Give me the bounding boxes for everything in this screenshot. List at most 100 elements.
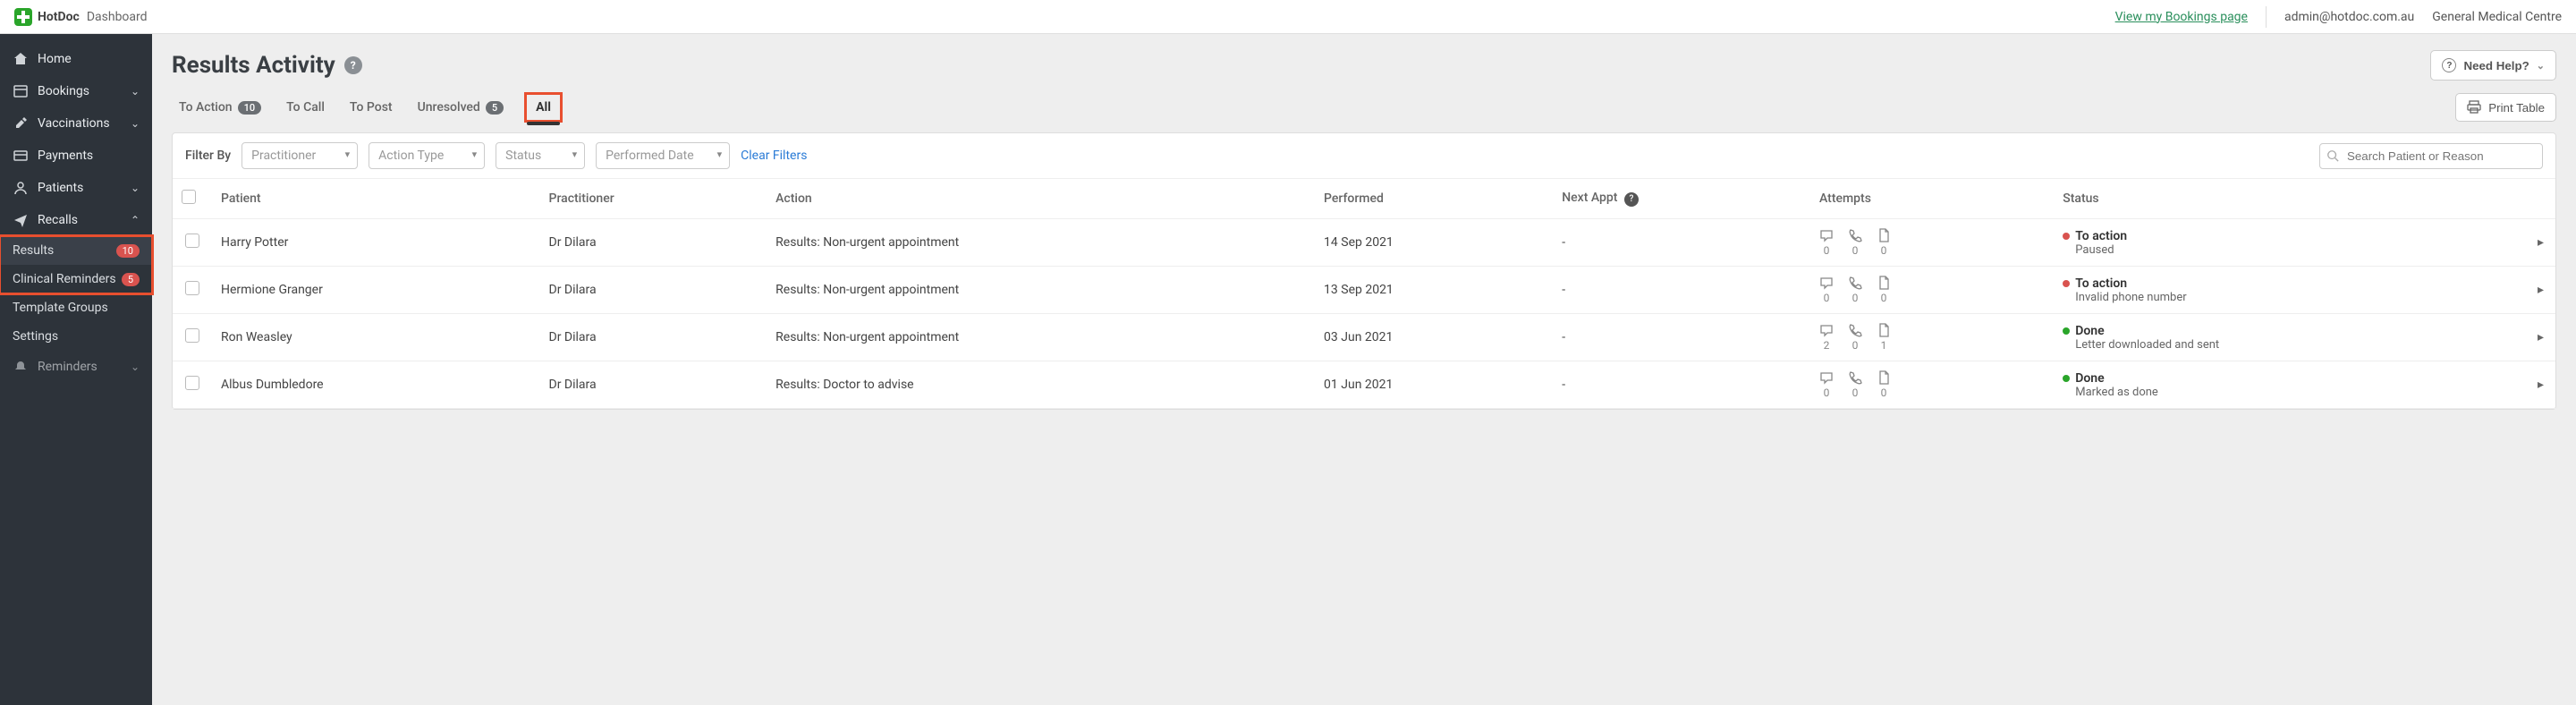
practitioner-select[interactable]: Practitioner [242, 142, 358, 169]
sidebar-subitem-label: Template Groups [13, 301, 108, 315]
row-checkbox[interactable] [185, 234, 199, 248]
table-row[interactable]: Albus DumbledoreDr DilaraResults: Doctor… [173, 361, 2555, 409]
page-header: Results Activity ? ? Need Help? ⌄ [172, 50, 2556, 81]
logo-icon [14, 8, 32, 26]
chat-icon [1819, 228, 1834, 242]
chevron-down-icon: ⌄ [131, 117, 140, 130]
cell-next-appt: - [1553, 314, 1810, 361]
chevron-down-icon: ⌄ [131, 361, 140, 373]
chat-icon [1819, 323, 1834, 337]
table-row[interactable]: Harry PotterDr DilaraResults: Non-urgent… [173, 219, 2555, 267]
attempt-doc: 0 [1877, 370, 1891, 399]
sidebar-item-reminders[interactable]: Reminders ⌄ [0, 351, 152, 383]
performed-date-select[interactable]: Performed Date [596, 142, 730, 169]
tab-to-post[interactable]: To Post [348, 95, 394, 120]
cell-attempts: 000 [1810, 361, 2054, 409]
attempt-chat: 0 [1819, 228, 1834, 257]
chevron-right-icon: ▸ [2538, 235, 2544, 250]
cell-performed: 03 Jun 2021 [1315, 314, 1553, 361]
help-tooltip-icon[interactable]: ? [1624, 192, 1639, 207]
tab-to-call[interactable]: To Call [284, 95, 326, 120]
recalls-submenu-highlighted: Results 10 Clinical Reminders 5 [0, 236, 152, 293]
sidebar-item-label: Reminders [38, 360, 122, 374]
tab-count: 5 [486, 101, 504, 115]
help-icon[interactable]: ? [344, 56, 362, 74]
need-help-button[interactable]: ? Need Help? ⌄ [2430, 50, 2556, 81]
search-input[interactable] [2319, 143, 2543, 169]
recalls-submenu: Template Groups Settings [0, 293, 152, 351]
cell-attempts: 201 [1810, 314, 2054, 361]
bell-icon [13, 360, 29, 374]
cell-performed: 13 Sep 2021 [1315, 267, 1553, 314]
cell-action: Results: Non-urgent appointment [767, 267, 1315, 314]
results-table: Patient Practitioner Action Performed Ne… [173, 179, 2555, 409]
sidebar-subitem-results[interactable]: Results 10 [0, 236, 152, 265]
cell-status: To actionPaused [2054, 219, 2529, 267]
cell-status: DoneMarked as done [2054, 361, 2529, 409]
row-checkbox[interactable] [185, 281, 199, 295]
tab-label: To Post [350, 100, 393, 115]
attempt-chat: 0 [1819, 370, 1834, 399]
row-expand[interactable]: ▸ [2529, 314, 2555, 361]
tab-count: 10 [238, 101, 262, 115]
phone-icon [1848, 323, 1862, 337]
cell-action: Results: Non-urgent appointment [767, 314, 1315, 361]
sidebar: Home Bookings ⌄ Vaccinations ⌄ Payments [0, 34, 152, 705]
tab-label: All [536, 100, 551, 115]
chevron-right-icon: ▸ [2538, 283, 2544, 297]
sidebar-item-label: Home [38, 52, 140, 66]
brand[interactable]: HotDoc [14, 8, 80, 26]
row-expand[interactable]: ▸ [2529, 267, 2555, 314]
sidebar-subitem-settings[interactable]: Settings [0, 322, 152, 351]
results-panel: Filter By Practitioner Action Type Statu… [172, 132, 2556, 410]
tab-label: Unresolved [418, 100, 480, 115]
tab-all[interactable]: All [527, 95, 560, 120]
status-select[interactable]: Status [496, 142, 585, 169]
select-all-checkbox[interactable] [182, 190, 196, 204]
help-circle-icon: ? [2442, 58, 2456, 72]
cell-patient: Harry Potter [212, 219, 540, 267]
row-checkbox[interactable] [185, 376, 199, 390]
brand-text: HotDoc [38, 10, 80, 24]
filter-bar: Filter By Practitioner Action Type Statu… [173, 133, 2555, 179]
row-checkbox[interactable] [185, 328, 199, 343]
row-expand[interactable]: ▸ [2529, 219, 2555, 267]
bookings-link[interactable]: View my Bookings page [2115, 10, 2248, 24]
cell-action: Results: Doctor to advise [767, 361, 1315, 409]
sidebar-item-recalls[interactable]: Recalls ⌃ [0, 204, 152, 236]
tabs: To Action 10 To Call To Post Unresolved … [172, 95, 560, 120]
tab-to-action[interactable]: To Action 10 [177, 95, 263, 120]
syringe-icon [13, 116, 29, 131]
print-table-button[interactable]: Print Table [2455, 93, 2556, 122]
row-expand[interactable]: ▸ [2529, 361, 2555, 409]
clear-filters-link[interactable]: Clear Filters [741, 149, 807, 163]
badge-count: 10 [116, 244, 140, 258]
sidebar-subitem-template-groups[interactable]: Template Groups [0, 293, 152, 322]
cell-performed: 14 Sep 2021 [1315, 219, 1553, 267]
col-practitioner: Practitioner [540, 179, 767, 219]
col-patient: Patient [212, 179, 540, 219]
col-action: Action [767, 179, 1315, 219]
sidebar-item-home[interactable]: Home [0, 43, 152, 75]
sidebar-item-patients[interactable]: Patients ⌄ [0, 172, 152, 204]
tabs-row: To Action 10 To Call To Post Unresolved … [172, 93, 2556, 122]
sidebar-item-payments[interactable]: Payments [0, 140, 152, 172]
chat-icon [1819, 276, 1834, 290]
document-icon [1877, 276, 1891, 290]
cell-status: To actionInvalid phone number [2054, 267, 2529, 314]
table-row[interactable]: Hermione GrangerDr DilaraResults: Non-ur… [173, 267, 2555, 314]
status-dot-icon [2063, 327, 2070, 335]
phone-icon [1848, 228, 1862, 242]
sidebar-item-bookings[interactable]: Bookings ⌄ [0, 75, 152, 107]
sidebar-item-vaccinations[interactable]: Vaccinations ⌄ [0, 107, 152, 140]
cell-patient: Hermione Granger [212, 267, 540, 314]
search-wrap [2319, 143, 2543, 169]
card-icon [13, 149, 29, 163]
action-type-select[interactable]: Action Type [369, 142, 485, 169]
tab-unresolved[interactable]: Unresolved 5 [416, 95, 506, 120]
document-icon [1877, 370, 1891, 385]
sidebar-subitem-label: Clinical Reminders [13, 272, 116, 286]
status-dot-icon [2063, 375, 2070, 382]
sidebar-subitem-clinical-reminders[interactable]: Clinical Reminders 5 [0, 265, 152, 293]
table-row[interactable]: Ron WeasleyDr DilaraResults: Non-urgent … [173, 314, 2555, 361]
